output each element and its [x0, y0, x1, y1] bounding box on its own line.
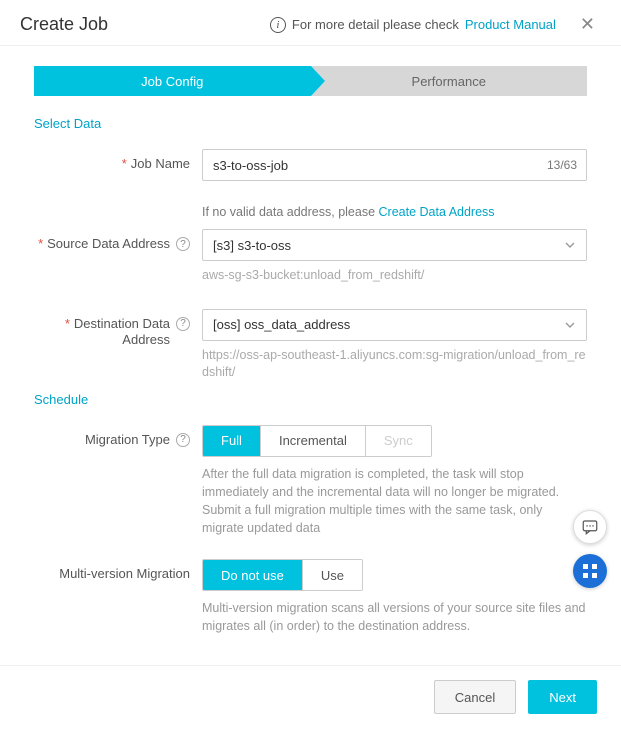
required-mark: * [122, 156, 127, 171]
required-mark: * [65, 316, 70, 333]
product-manual-link[interactable]: Product Manual [465, 17, 556, 32]
section-select-data: Select Data [34, 116, 587, 131]
dest-select-value: [oss] oss_data_address [213, 317, 350, 332]
step-progress: Job Config Performance [34, 66, 587, 96]
step-performance[interactable]: Performance [311, 66, 588, 96]
label-source-addr-text: Source Data Address [47, 236, 170, 251]
label-multi-version: Multi-version Migration [34, 559, 202, 581]
info-icon: i [270, 17, 286, 33]
migration-type-segment: Full Incremental Sync [202, 425, 432, 457]
source-data-address-select[interactable]: [s3] s3-to-oss [202, 229, 587, 261]
grid-icon [582, 563, 598, 579]
label-dest-addr: * Destination DataAddress ? [34, 309, 202, 350]
job-name-counter: 13/63 [547, 149, 577, 181]
row-source-addr: * Source Data Address ? [s3] s3-to-oss a… [34, 229, 587, 285]
header-hint-text: For more detail please check [292, 17, 459, 32]
migration-type-full[interactable]: Full [203, 426, 261, 456]
modal-title: Create Job [20, 14, 108, 35]
cancel-button[interactable]: Cancel [434, 680, 516, 714]
next-button[interactable]: Next [528, 680, 597, 714]
modal-body: Job Config Performance Select Data * Job… [0, 46, 621, 655]
migration-type-sync: Sync [366, 426, 431, 456]
migration-type-incremental[interactable]: Incremental [261, 426, 366, 456]
label-multi-version-text: Multi-version Migration [59, 566, 190, 581]
create-data-address-link[interactable]: Create Data Address [379, 205, 495, 219]
label-source-addr: * Source Data Address ? [34, 229, 202, 251]
source-select-value: [s3] s3-to-oss [213, 238, 291, 253]
multi-version-desc: Multi-version migration scans all versio… [202, 599, 587, 635]
step-job-config[interactable]: Job Config [34, 66, 311, 96]
source-hint-text: If no valid data address, please [202, 205, 379, 219]
source-addr-sub: aws-sg-s3-bucket:unload_from_redshift/ [202, 267, 587, 285]
label-dest-addr-text: Destination DataAddress [74, 316, 170, 350]
source-hint: If no valid data address, please Create … [202, 205, 587, 219]
label-job-name-text: Job Name [131, 156, 190, 171]
help-icon[interactable]: ? [176, 317, 190, 331]
chevron-down-icon [564, 239, 576, 251]
row-source-addr-hint: If no valid data address, please Create … [34, 205, 587, 227]
floating-buttons [573, 510, 607, 588]
chat-button[interactable] [573, 510, 607, 544]
label-migration-type-text: Migration Type [85, 432, 170, 447]
create-job-modal: Create Job i For more detail please chec… [0, 0, 621, 732]
row-job-name: * Job Name 13/63 [34, 149, 587, 181]
help-icon[interactable]: ? [176, 237, 190, 251]
chevron-down-icon [564, 319, 576, 331]
dest-addr-sub: https://oss-ap-southeast-1.aliyuncs.com:… [202, 347, 587, 382]
label-job-name: * Job Name [34, 149, 202, 171]
multi-version-no[interactable]: Do not use [203, 560, 303, 590]
migration-type-desc: After the full data migration is complet… [202, 465, 587, 538]
header-hint: i For more detail please check Product M… [270, 14, 601, 35]
required-mark: * [38, 236, 43, 251]
apps-button[interactable] [573, 554, 607, 588]
row-multi-version: Multi-version Migration Do not use Use M… [34, 559, 587, 635]
modal-footer: Cancel Next [0, 665, 621, 732]
row-dest-addr: * Destination DataAddress ? [oss] oss_da… [34, 309, 587, 382]
label-migration-type: Migration Type ? [34, 425, 202, 447]
modal-header: Create Job i For more detail please chec… [0, 0, 621, 46]
help-icon[interactable]: ? [176, 433, 190, 447]
chat-icon [581, 518, 599, 536]
close-icon[interactable]: ✕ [562, 14, 601, 35]
multi-version-yes[interactable]: Use [303, 560, 362, 590]
section-schedule: Schedule [34, 392, 587, 407]
destination-data-address-select[interactable]: [oss] oss_data_address [202, 309, 587, 341]
multi-version-segment: Do not use Use [202, 559, 363, 591]
row-migration-type: Migration Type ? Full Incremental Sync A… [34, 425, 587, 538]
job-name-input[interactable] [202, 149, 587, 181]
